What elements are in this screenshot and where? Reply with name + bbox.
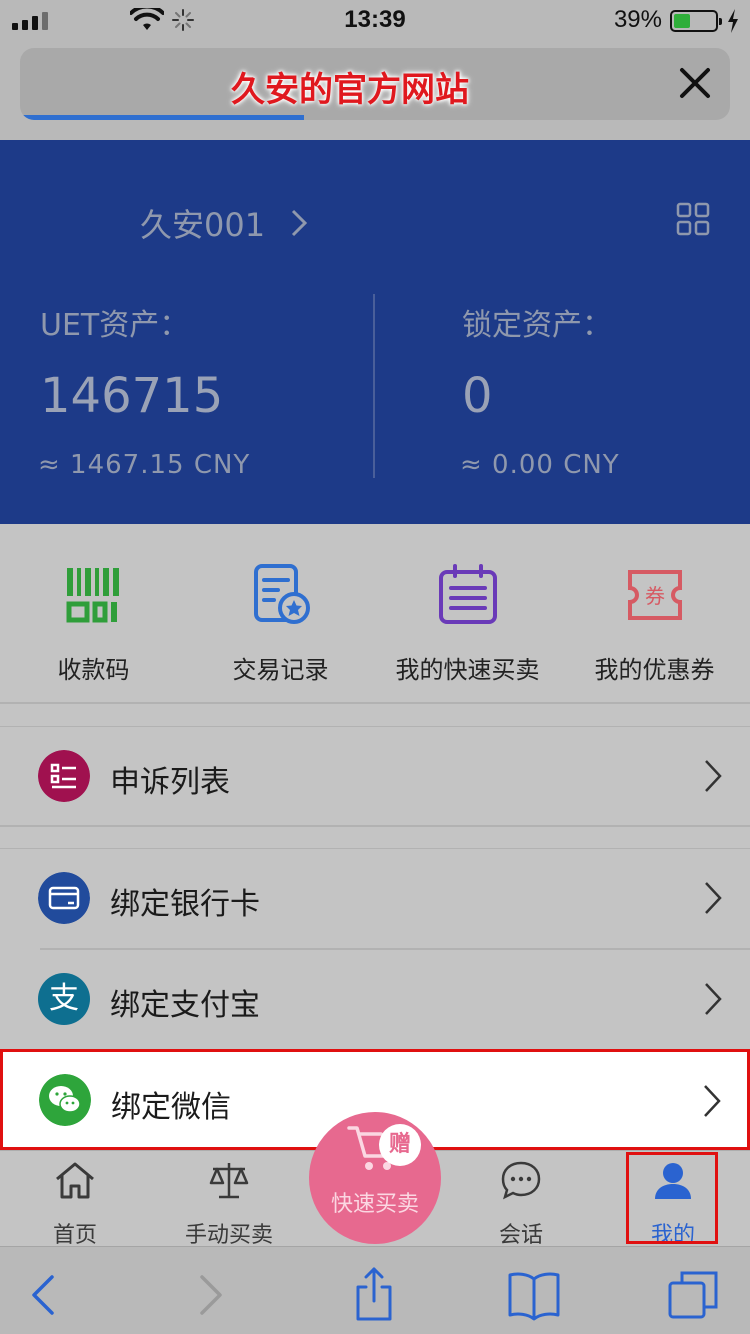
chevron-right-icon (705, 983, 722, 1015)
shortcut-label: 收款码 (57, 656, 130, 684)
tab-label: 手动买卖 (184, 1223, 273, 1248)
qr-code-icon (66, 568, 119, 623)
uet-asset-value: 146715 (40, 368, 224, 424)
tab-manual-trade[interactable]: 手动买卖 (154, 1151, 304, 1248)
home-icon (56, 1162, 94, 1199)
shortcut-row: 收款码 交易记录 我的快速买卖 券 我的优惠券 (0, 544, 750, 704)
address-bar[interactable]: 久安的官方网站 (20, 48, 730, 120)
locked-asset-label: 锁定资产： (462, 308, 612, 343)
shortcut-transaction-record[interactable]: 交易记录 (187, 562, 374, 685)
bank-card-icon (38, 872, 90, 924)
forward-icon[interactable] (182, 1267, 238, 1323)
menu-appeal-list[interactable]: 申诉列表 (0, 727, 750, 825)
menu-bind-bank-card[interactable]: 绑定银行卡 (0, 849, 750, 947)
chevron-right-icon[interactable] (290, 208, 308, 238)
menu-label: 绑定银行卡 (110, 887, 260, 922)
page-load-progress-bar (20, 115, 304, 120)
tabs-icon[interactable] (666, 1267, 722, 1323)
shortcut-my-quick-trade[interactable]: 我的快速买卖 (374, 562, 561, 685)
scale-icon (209, 1163, 249, 1199)
alipay-icon: 支 (38, 973, 90, 1025)
account-name[interactable]: 久安001 (140, 200, 265, 246)
battery-percent: 39% (613, 6, 662, 33)
menu-label: 绑定支付宝 (110, 988, 260, 1023)
coupon-glyph: 券 (645, 584, 665, 608)
shortcut-label: 交易记录 (232, 656, 329, 684)
tab-label: 会话 (498, 1223, 543, 1248)
tab-label: 首页 (52, 1223, 97, 1248)
divider (0, 825, 750, 827)
appeal-list-icon (38, 750, 90, 802)
locked-asset-value: 0 (462, 368, 493, 424)
menu-label: 申诉列表 (110, 765, 230, 800)
page-title: 久安的官方网站 (231, 70, 469, 110)
menu-label: 绑定微信 (111, 1090, 231, 1125)
tab-me[interactable]: 我的 (598, 1151, 748, 1248)
shortcut-receive-code[interactable]: 收款码 (0, 562, 187, 685)
tab-chat[interactable]: 会话 (446, 1151, 596, 1248)
coupon-icon: 券 (627, 570, 682, 620)
bookmarks-icon[interactable] (506, 1267, 562, 1323)
chevron-right-icon (704, 1085, 721, 1117)
charging-bolt-icon (728, 9, 738, 33)
transaction-record-icon (253, 564, 310, 624)
user-icon (655, 1163, 691, 1199)
quick-trade-label: 快速买卖 (330, 1192, 419, 1217)
grid-menu-icon[interactable] (676, 202, 710, 236)
chevron-right-icon (705, 760, 722, 792)
tab-label: 我的 (650, 1223, 695, 1248)
shortcut-label: 我的快速买卖 (395, 656, 540, 684)
shortcut-my-coupons[interactable]: 券 我的优惠券 (561, 562, 748, 685)
gift-badge: 赠 (379, 1124, 421, 1166)
menu-bind-alipay[interactable]: 支 绑定支付宝 (0, 950, 750, 1048)
browser-toolbar (0, 1246, 750, 1334)
quick-trade-button[interactable]: 赠 快速买卖 (309, 1112, 441, 1244)
asset-divider (373, 294, 375, 478)
wechat-icon (39, 1074, 91, 1126)
share-icon[interactable] (346, 1267, 402, 1323)
uet-asset-cny: ≈ 1467.15 CNY (38, 450, 251, 480)
browser-address-area: 久安的官方网站 (0, 40, 750, 140)
chevron-right-icon (705, 882, 722, 914)
calendar-list-icon (438, 564, 497, 624)
battery-icon (670, 10, 722, 32)
locked-asset-cny: ≈ 0.00 CNY (460, 450, 620, 480)
close-icon[interactable] (678, 66, 712, 100)
uet-asset-label: UET资产： (40, 308, 190, 343)
back-icon[interactable] (16, 1267, 72, 1323)
shortcut-label: 我的优惠券 (594, 656, 715, 684)
account-header: 久安001 UET资产： 146715 ≈ 1467.15 CNY 锁定资产： … (0, 140, 750, 524)
tab-home[interactable]: 首页 (0, 1151, 150, 1248)
status-bar: 13:39 39% (0, 0, 750, 40)
chat-icon (501, 1161, 541, 1200)
